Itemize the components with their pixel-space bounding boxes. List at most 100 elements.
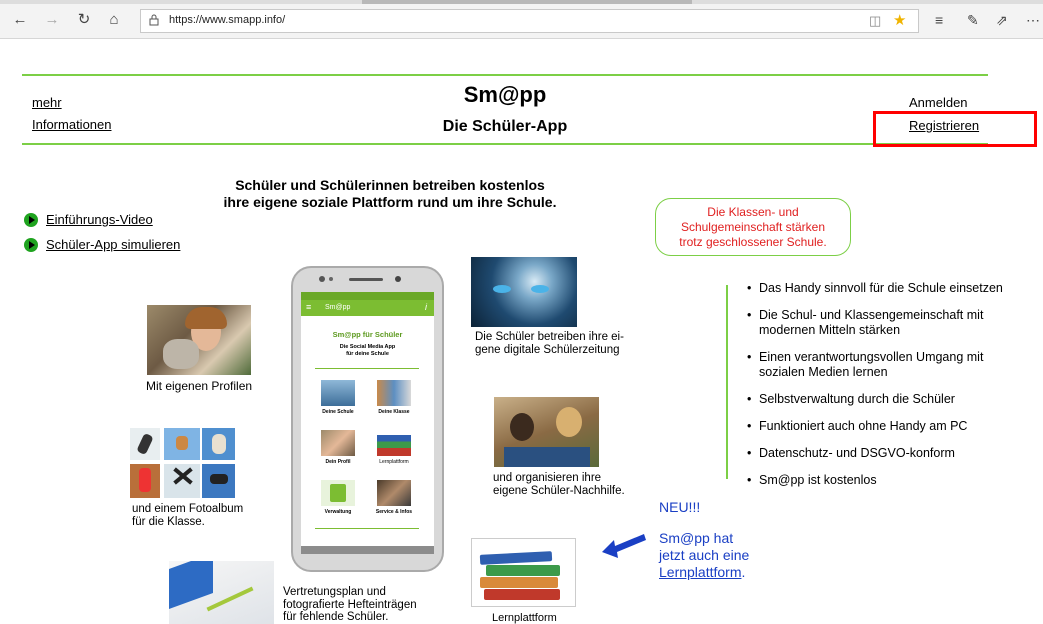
callout-line-3: trotz geschlossener Schule. <box>679 235 827 249</box>
plan-caption-line-3: für fehlende Schüler. <box>283 611 389 623</box>
tile-label: Deine Schule <box>322 409 354 415</box>
tile-label: Lernplattform <box>379 459 409 465</box>
feature-item: Einen verantwortungsvollen Umgang mit so… <box>747 350 1017 380</box>
notebook-cover <box>169 561 213 610</box>
cat-shape <box>163 339 199 369</box>
intro-video-link[interactable]: Einführungs-Video <box>46 212 153 227</box>
phone-divider <box>315 528 419 529</box>
tile-label: Verwaltung <box>324 509 352 515</box>
intro-line-1: Schüler und Schülerinnen betreiben koste… <box>235 177 545 193</box>
callout-line-1: Die Klassen- und <box>707 205 799 219</box>
feature-item: Die Schul- und Klassengemeinschaft mit m… <box>747 308 1017 338</box>
album-caption: und einem Fotoalbum für die Klasse. <box>132 503 243 529</box>
book-shape <box>479 551 553 565</box>
person-shape <box>510 413 534 441</box>
simulate-app-link[interactable]: Schüler-App simulieren <box>46 237 180 252</box>
tile-school <box>321 380 355 406</box>
news-line-1: Sm@pp hat <box>659 530 734 546</box>
news-line-3: Lernplattform. <box>659 564 749 581</box>
favorite-star-icon[interactable]: ★ <box>893 11 906 29</box>
bullet-divider <box>726 285 728 479</box>
phone-heading: Sm@pp für Schüler <box>332 330 403 339</box>
feature-item: Sm@pp ist kostenlos <box>747 473 1017 488</box>
tab-strip <box>0 0 1043 4</box>
news-text: Sm@pp hat jetzt auch eine Lernplattform. <box>659 530 749 581</box>
tile-service <box>377 480 411 506</box>
reading-view-icon[interactable]: ◫ <box>869 13 881 29</box>
more-icon[interactable]: ⋯ <box>1026 12 1040 28</box>
feature-item: Funktioniert auch ohne Handy am PC <box>747 419 1017 434</box>
person-shape <box>556 407 582 437</box>
table-shape <box>504 447 590 467</box>
status-bar <box>301 292 434 300</box>
tile-class <box>377 380 411 406</box>
phone-nav-bar <box>301 546 434 554</box>
lock-icon <box>149 14 159 26</box>
tutoring-caption: und organisieren ihre eigene Schüler-Nac… <box>493 472 625 498</box>
info-icon: i <box>425 302 427 312</box>
address-bar[interactable]: https://www.smapp.info/ ◫ ★ <box>140 9 919 33</box>
profiles-caption: Mit eigenen Profilen <box>146 379 253 393</box>
pen-icon[interactable]: ✎ <box>967 12 979 28</box>
menu-icon: ≡ <box>306 302 312 312</box>
app-bar-title: Sm@pp <box>325 304 351 311</box>
plan-caption-line-1: Vertretungsplan und <box>283 586 386 598</box>
album-caption-line-2: für die Klasse. <box>132 516 205 528</box>
tile-label: Dein Profil <box>325 459 351 465</box>
collage-photo <box>202 428 235 460</box>
phone-sub-1: Die Social Media App <box>339 344 396 350</box>
register-link[interactable]: Registrieren <box>909 118 979 133</box>
page-title: Sm@pp <box>463 82 547 107</box>
lernplattform-link[interactable]: Lernplattform <box>659 564 741 580</box>
play-icon <box>24 238 38 252</box>
phone-divider <box>315 368 419 369</box>
feature-item: Datenschutz- und DSGVO-konform <box>747 446 1017 461</box>
collage-photo <box>164 464 200 498</box>
profile-photo <box>147 305 251 375</box>
pencil-shape <box>206 586 254 612</box>
tile-learning <box>377 430 411 456</box>
phone-mockup: ≡ Sm@pp i Sm@pp für Schüler Die Social M… <box>291 266 444 572</box>
feature-item: Selbstverwaltung durch die Schüler <box>747 392 1017 407</box>
active-tab-indicator <box>362 0 692 4</box>
url-text: https://www.smapp.info/ <box>169 14 286 26</box>
book-shape <box>484 589 560 600</box>
home-icon[interactable]: ⌂ <box>106 12 122 28</box>
tile-admin <box>321 480 355 506</box>
refresh-icon[interactable]: ↻ <box>76 12 92 28</box>
newspaper-caption-line-2: gene digitale Schülerzeitung <box>475 344 620 356</box>
tile-profile <box>321 430 355 456</box>
login-link[interactable]: Anmelden <box>909 95 968 110</box>
lernplattform-image[interactable] <box>471 538 576 607</box>
app-bar: ≡ Sm@pp i <box>301 300 434 316</box>
plan-caption-line-2: fotografierte Hefteinträgen <box>283 598 417 611</box>
newspaper-caption-line-1: Die Schüler betreiben ihre ei- <box>475 331 624 343</box>
forward-icon[interactable]: → <box>44 12 60 28</box>
eye-shape <box>493 285 511 293</box>
hair-shape <box>185 307 227 329</box>
back-icon[interactable]: ← <box>12 12 28 28</box>
phone-subheading: Die Social Media App für deine Schule <box>301 344 434 358</box>
play-icon <box>24 213 38 227</box>
collage-photo <box>130 464 160 498</box>
book-shape <box>480 577 558 588</box>
intro-line-2: ihre eigene soziale Plattform rund um ih… <box>223 194 557 210</box>
callout-line-2: Schulgemeinschaft stärken <box>680 220 826 234</box>
tutoring-photo <box>494 397 599 467</box>
book-shape <box>486 565 560 576</box>
favorites-list-icon[interactable]: ≡ <box>935 12 943 28</box>
feature-item: Das Handy sinnvoll für die Schule einset… <box>747 281 1017 296</box>
tutoring-caption-line-2: eigene Schüler-Nachhilfe. <box>493 485 625 497</box>
page-subtitle: Die Schüler-App <box>442 118 568 135</box>
notebook-photo <box>169 561 274 624</box>
phone-speaker-row <box>319 276 415 282</box>
tile-label: Service & Infos <box>375 509 413 515</box>
bottom-green-rule <box>22 143 988 145</box>
collage-photo <box>130 428 160 460</box>
share-icon[interactable]: ⇗ <box>996 12 1008 28</box>
phone-sub-2: für deine Schule <box>346 351 389 357</box>
news-line-2: jetzt auch eine <box>659 547 750 563</box>
newspaper-photo <box>471 257 577 327</box>
browser-toolbar: ← → ↻ ⌂ https://www.smapp.info/ ◫ ★ ≡ ✎ … <box>0 0 1043 39</box>
feature-list: Das Handy sinnvoll für die Schule einset… <box>747 281 1017 500</box>
